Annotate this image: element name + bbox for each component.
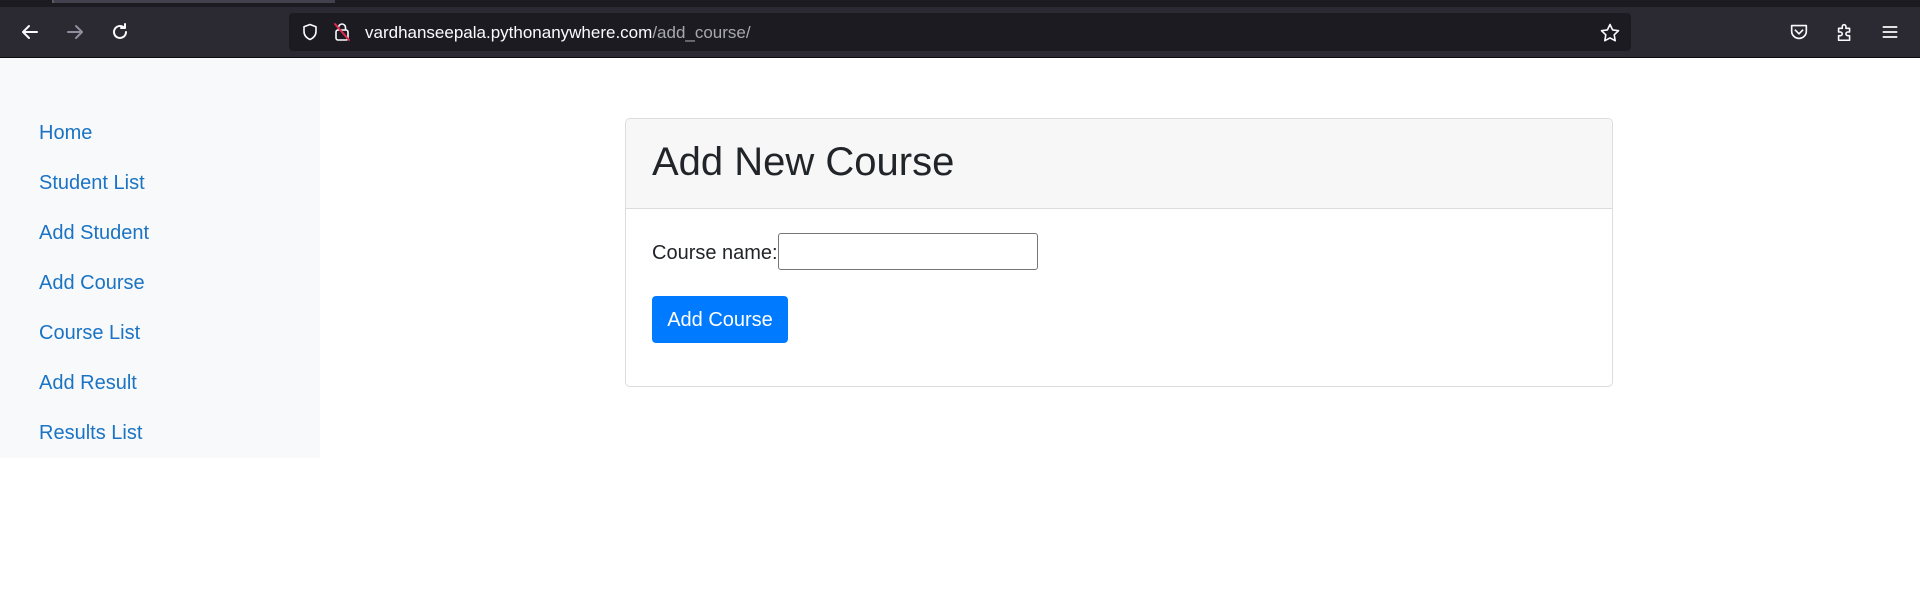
sidebar-item-home[interactable]: Home bbox=[39, 118, 92, 148]
reload-button[interactable] bbox=[104, 16, 136, 48]
pocket-button[interactable] bbox=[1787, 20, 1811, 44]
active-tab[interactable] bbox=[52, 0, 335, 3]
puzzle-icon bbox=[1837, 23, 1851, 42]
sidebar: Home Student List Add Student Add Course… bbox=[0, 58, 320, 458]
sidebar-item-results-list[interactable]: Results List bbox=[39, 418, 142, 448]
star-icon[interactable] bbox=[1599, 22, 1621, 44]
sidebar-item-student-list[interactable]: Student List bbox=[39, 168, 145, 198]
sidebar-item-add-student[interactable]: Add Student bbox=[39, 218, 149, 248]
hamburger-menu-icon bbox=[1882, 26, 1898, 38]
url-text[interactable]: vardhanseepala.pythonanywhere.com/add_co… bbox=[365, 23, 751, 43]
card-header: Add New Course bbox=[626, 119, 1612, 209]
browser-toolbar: vardhanseepala.pythonanywhere.com/add_co… bbox=[0, 7, 1920, 58]
shield-icon[interactable] bbox=[301, 23, 319, 41]
menu-button[interactable] bbox=[1878, 20, 1902, 44]
url-path: /add_course/ bbox=[652, 23, 751, 42]
tab-strip bbox=[0, 0, 1920, 7]
pocket-icon bbox=[1790, 24, 1808, 40]
back-button[interactable] bbox=[14, 16, 46, 48]
extensions-button[interactable] bbox=[1833, 20, 1857, 44]
sidebar-item-add-course[interactable]: Add Course bbox=[39, 268, 145, 298]
back-arrow-icon bbox=[22, 25, 38, 39]
url-bar[interactable]: vardhanseepala.pythonanywhere.com/add_co… bbox=[289, 13, 1631, 51]
forward-arrow-icon bbox=[67, 25, 83, 39]
add-course-card: Add New Course Course name: Add Course bbox=[625, 118, 1613, 387]
add-course-button[interactable]: Add Course bbox=[652, 296, 788, 343]
reload-icon bbox=[113, 23, 127, 39]
sidebar-item-course-list[interactable]: Course List bbox=[39, 318, 140, 348]
page-title: Add New Course bbox=[652, 140, 955, 184]
url-host: vardhanseepala.pythonanywhere.com bbox=[365, 23, 653, 42]
forward-button[interactable] bbox=[59, 16, 91, 48]
sidebar-item-add-result[interactable]: Add Result bbox=[39, 368, 137, 398]
course-name-label: Course name: bbox=[652, 242, 778, 264]
course-name-input[interactable] bbox=[778, 233, 1038, 270]
insecure-lock-icon[interactable] bbox=[333, 22, 351, 42]
